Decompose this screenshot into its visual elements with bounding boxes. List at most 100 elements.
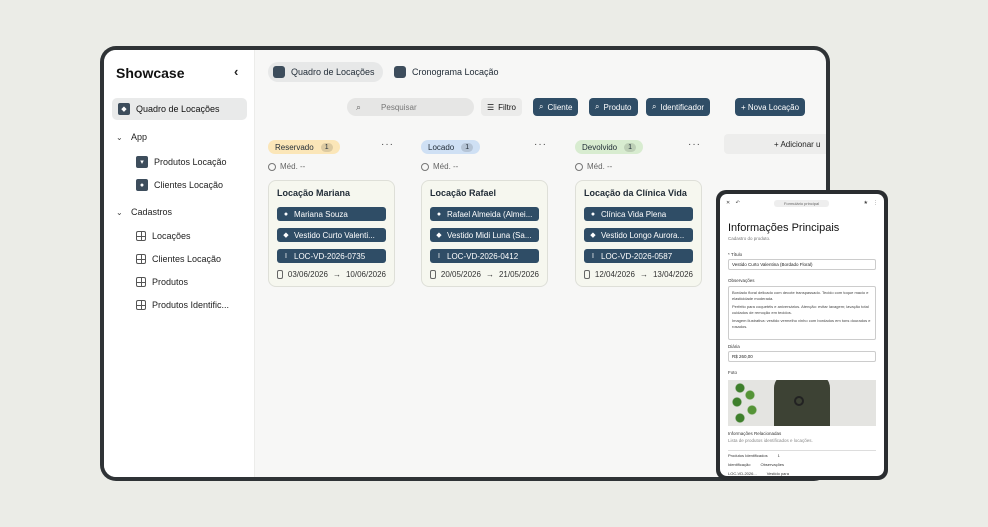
cube-icon [273,66,285,78]
column-header-devolvido: Devolvido 1 [575,140,644,154]
url-bar[interactable]: Formulário principal [774,200,829,207]
chip-text: Clínica Vida Plena [601,209,667,219]
count-badge: 1 [320,142,333,152]
client-chip[interactable]: ● Rafael Almeida (Almei... [430,207,539,221]
arrow-right-icon: → [639,270,648,279]
date-range: 12/04/2026 → 13/04/2026 [584,270,693,279]
filter-label: Filtro [498,102,516,112]
sliders-icon: ☰ [487,102,495,112]
form-subtitle: Cadastro do produto. [728,236,771,241]
filter-cliente-button[interactable]: ⌕ Cliente [533,98,579,116]
arrow-right-icon: → [332,270,341,279]
sidebar-group-app[interactable]: ⌄ App [116,132,147,142]
chip-label: Cliente [547,102,573,112]
photo-label: Foto [728,370,738,375]
tab-label: Cronograma Locação [412,67,499,77]
table-title: Produtos Identificados [728,453,768,458]
sidebar-item-label: Produtos [152,277,189,287]
chip-text: LOC-VD-2026-0587 [601,251,673,261]
start-date: 12/04/2026 [594,270,635,279]
id-icon: I [438,252,440,260]
status-label: Devolvido [582,142,618,152]
calendar-icon [394,66,406,78]
leaves-image [728,380,764,426]
add-column-button[interactable]: + Adicionar u [724,134,826,154]
star-icon[interactable]: ★ [864,200,868,206]
collapse-sidebar-icon[interactable]: ‹ [234,64,238,79]
related-title: Informações Relacionadas [728,431,782,436]
sidebar-group-label: Cadastros [131,207,173,217]
client-chip[interactable]: ● Mariana Souza [277,207,386,221]
tablet-topbar: ✕ ↶ Formulário principal ★ ⋮ [726,200,878,208]
sidebar-item-label: Clientes Locação [154,180,224,190]
sidebar-item-clientes-locacao-cadastro[interactable]: Clientes Locação [136,254,221,264]
sidebar-item-produtos-locacao[interactable]: ▾ Produtos Locação [136,156,227,168]
table-icon [136,300,146,310]
sidebar-item-produtos-identificados[interactable]: Produtos Identific... [136,300,229,310]
status-pill: Reservado 1 [268,140,340,154]
start-date: 03/06/2026 [287,270,328,279]
code-chip[interactable]: I LOC-VD-2026-0735 [277,249,386,263]
cube-icon: ◆ [118,103,130,115]
sidebar-item-clientes-locacao[interactable]: ● Clientes Locação [136,179,223,191]
table-icon [136,231,146,241]
column-menu-icon[interactable]: ··· [534,139,547,150]
sidebar-group-cadastros[interactable]: ⌄ Cadastros [116,207,172,217]
tab-quadro-locacoes[interactable]: Quadro de Locações [268,62,383,82]
average-label: Méd. -- [587,162,613,171]
date-range: 03/06/2026 → 10/06/2026 [277,270,386,279]
app-title: Showcase [116,65,185,81]
menu-icon[interactable]: ⋮ [873,200,878,206]
search-icon: ⌕ [539,102,544,111]
sidebar-item-quadro-locacoes[interactable]: ◆ Quadro de Locações [112,98,247,120]
filter-identificador-button[interactable]: ⌕ Identificador [646,98,711,116]
filter-produto-button[interactable]: ⌕ Produto [589,98,638,116]
sidebar-item-produtos[interactable]: Produtos [136,277,188,287]
cube-icon: ◆ [283,232,289,239]
table-icon [136,277,146,287]
related-table: Produtos Identificados 1 Identificação O… [728,450,876,476]
product-photo[interactable] [728,380,876,426]
search-input[interactable]: ⌕ Pesquisar [347,98,474,116]
product-chip[interactable]: ◆ Vestido Curto Valenti... [277,228,386,242]
price-field[interactable]: R$ 260,00 [728,351,876,362]
chip-text: Mariana Souza [294,209,348,219]
code-chip[interactable]: I LOC-VD-2026-0587 [584,249,693,263]
rental-card[interactable]: Locação da Clínica Vida ● Clínica Vida Pl… [575,180,702,287]
product-chip[interactable]: ◆ Vestido Longo Aurora... [584,228,693,242]
product-chip[interactable]: ◆ Vestido Midi Luna (Sa... [430,228,539,242]
sidebar-group-label: App [131,132,148,142]
filter-button[interactable]: ☰ Filtro [481,98,522,116]
chip-label: Identificador [660,102,705,112]
status-label: Reservado [275,142,314,152]
form-title: Informações Principais [728,222,840,234]
chevron-down-icon: ⌄ [116,207,123,217]
average-indicator: Méd. -- [421,162,458,171]
tab-cronograma-locacao[interactable]: Cronograma Locação [389,62,507,82]
column-menu-icon[interactable]: ··· [688,139,701,150]
new-rental-button[interactable]: + Nova Locação [735,98,806,116]
back-icon[interactable]: ↶ [736,200,740,206]
code-chip[interactable]: I LOC-VD-2026-0412 [430,249,539,263]
table-row[interactable]: LOC-VD-2026... Vestido para [728,469,876,476]
chip-text: LOC-VD-2026-0735 [294,251,366,261]
title-field[interactable]: Vestido Curto Valentina (Bordado Floral) [728,259,876,270]
rental-card[interactable]: Locação Rafael ● Rafael Almeida (Almei...… [421,180,548,287]
tablet-screen: ✕ ↶ Formulário principal ★ ⋮ Informações… [720,194,884,476]
column-header-reservado: Reservado 1 [268,140,340,154]
column-menu-icon[interactable]: ··· [381,139,394,150]
observations-field[interactable]: Bordado floral delicado com decote trans… [728,286,876,340]
average-label: Méd. -- [280,162,306,171]
row-observation: Vestido para [766,471,789,476]
close-icon[interactable]: ✕ [726,200,730,206]
column-header: Observações [760,462,785,467]
client-chip[interactable]: ● Clínica Vida Plena [584,207,693,221]
rental-card[interactable]: Locação Mariana ● Mariana Souza ◆ Vestido … [268,180,395,287]
row-code: LOC-VD-2026... [728,471,757,476]
end-date: 10/06/2026 [345,270,386,279]
end-date: 21/05/2026 [498,270,539,279]
chip-text: Vestido Curto Valenti... [294,230,375,240]
sidebar-item-locacoes[interactable]: Locações [136,231,191,241]
users-icon: ● [436,210,442,218]
chip-label: Produto [603,102,632,112]
